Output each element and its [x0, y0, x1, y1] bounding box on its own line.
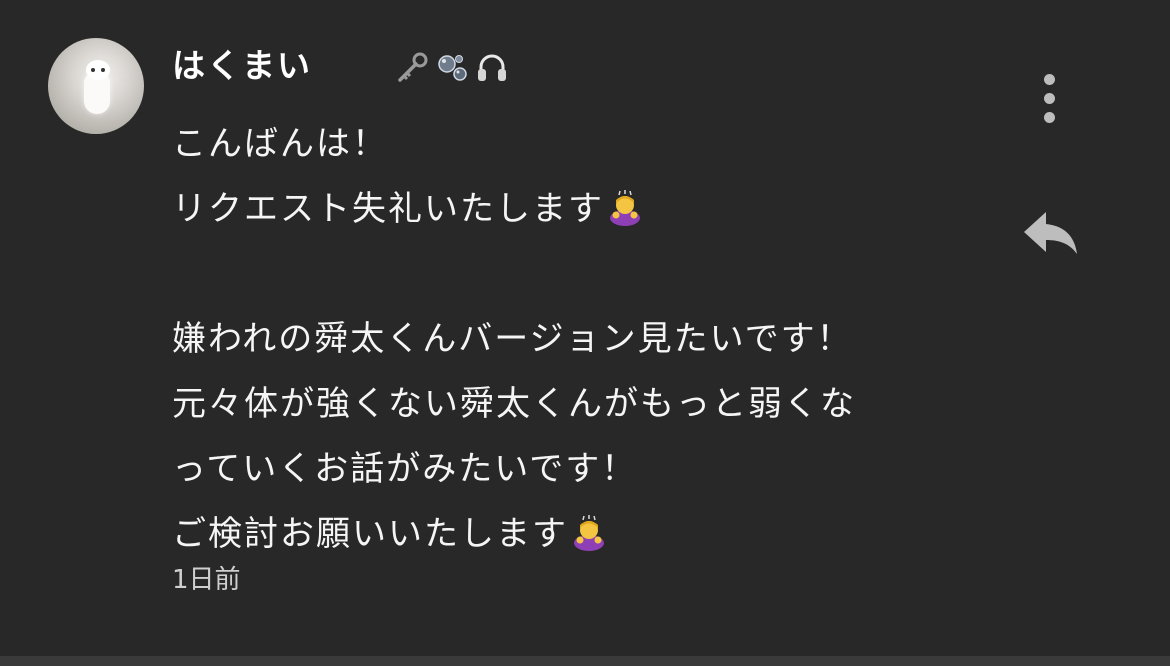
- avatar[interactable]: [48, 38, 144, 134]
- headphones-icon: [478, 54, 506, 81]
- comment-text: こんばんは！ リクエスト失礼いたします 嫌われの舜太くんバージョン見たいです！ …: [172, 112, 992, 567]
- person-bowing-icon: [574, 515, 604, 551]
- divider: [0, 656, 1170, 666]
- author-name-emojis: [395, 48, 509, 88]
- bubbles-icon: [438, 55, 467, 81]
- comment-line: 元々体が強くない舜太くんがもっと弱くな: [172, 384, 856, 424]
- comment-line: っていくお話がみたいです！: [172, 449, 638, 489]
- reply-icon: [1024, 212, 1077, 254]
- comment-line: 嫌われの舜太くんバージョン見たいです！: [172, 319, 853, 359]
- key-icon: [398, 52, 428, 82]
- comment-line: リクエスト失礼いたします: [172, 177, 992, 242]
- comment-line: ご検討お願いいたします: [172, 502, 992, 567]
- comment-line: こんばんは！: [172, 124, 388, 164]
- comment-item: はくまい こんばんは！ リクエスト失礼いたします 嫌われの舜太くんバージョン見た…: [0, 0, 1170, 656]
- comment-author-name[interactable]: はくまい: [172, 44, 312, 88]
- reply-button[interactable]: [1020, 204, 1080, 260]
- more-options-button[interactable]: [1030, 70, 1070, 126]
- comment-line-blank: [172, 242, 992, 307]
- comment-timestamp: 1日前: [172, 565, 241, 595]
- person-bowing-icon: [610, 190, 640, 226]
